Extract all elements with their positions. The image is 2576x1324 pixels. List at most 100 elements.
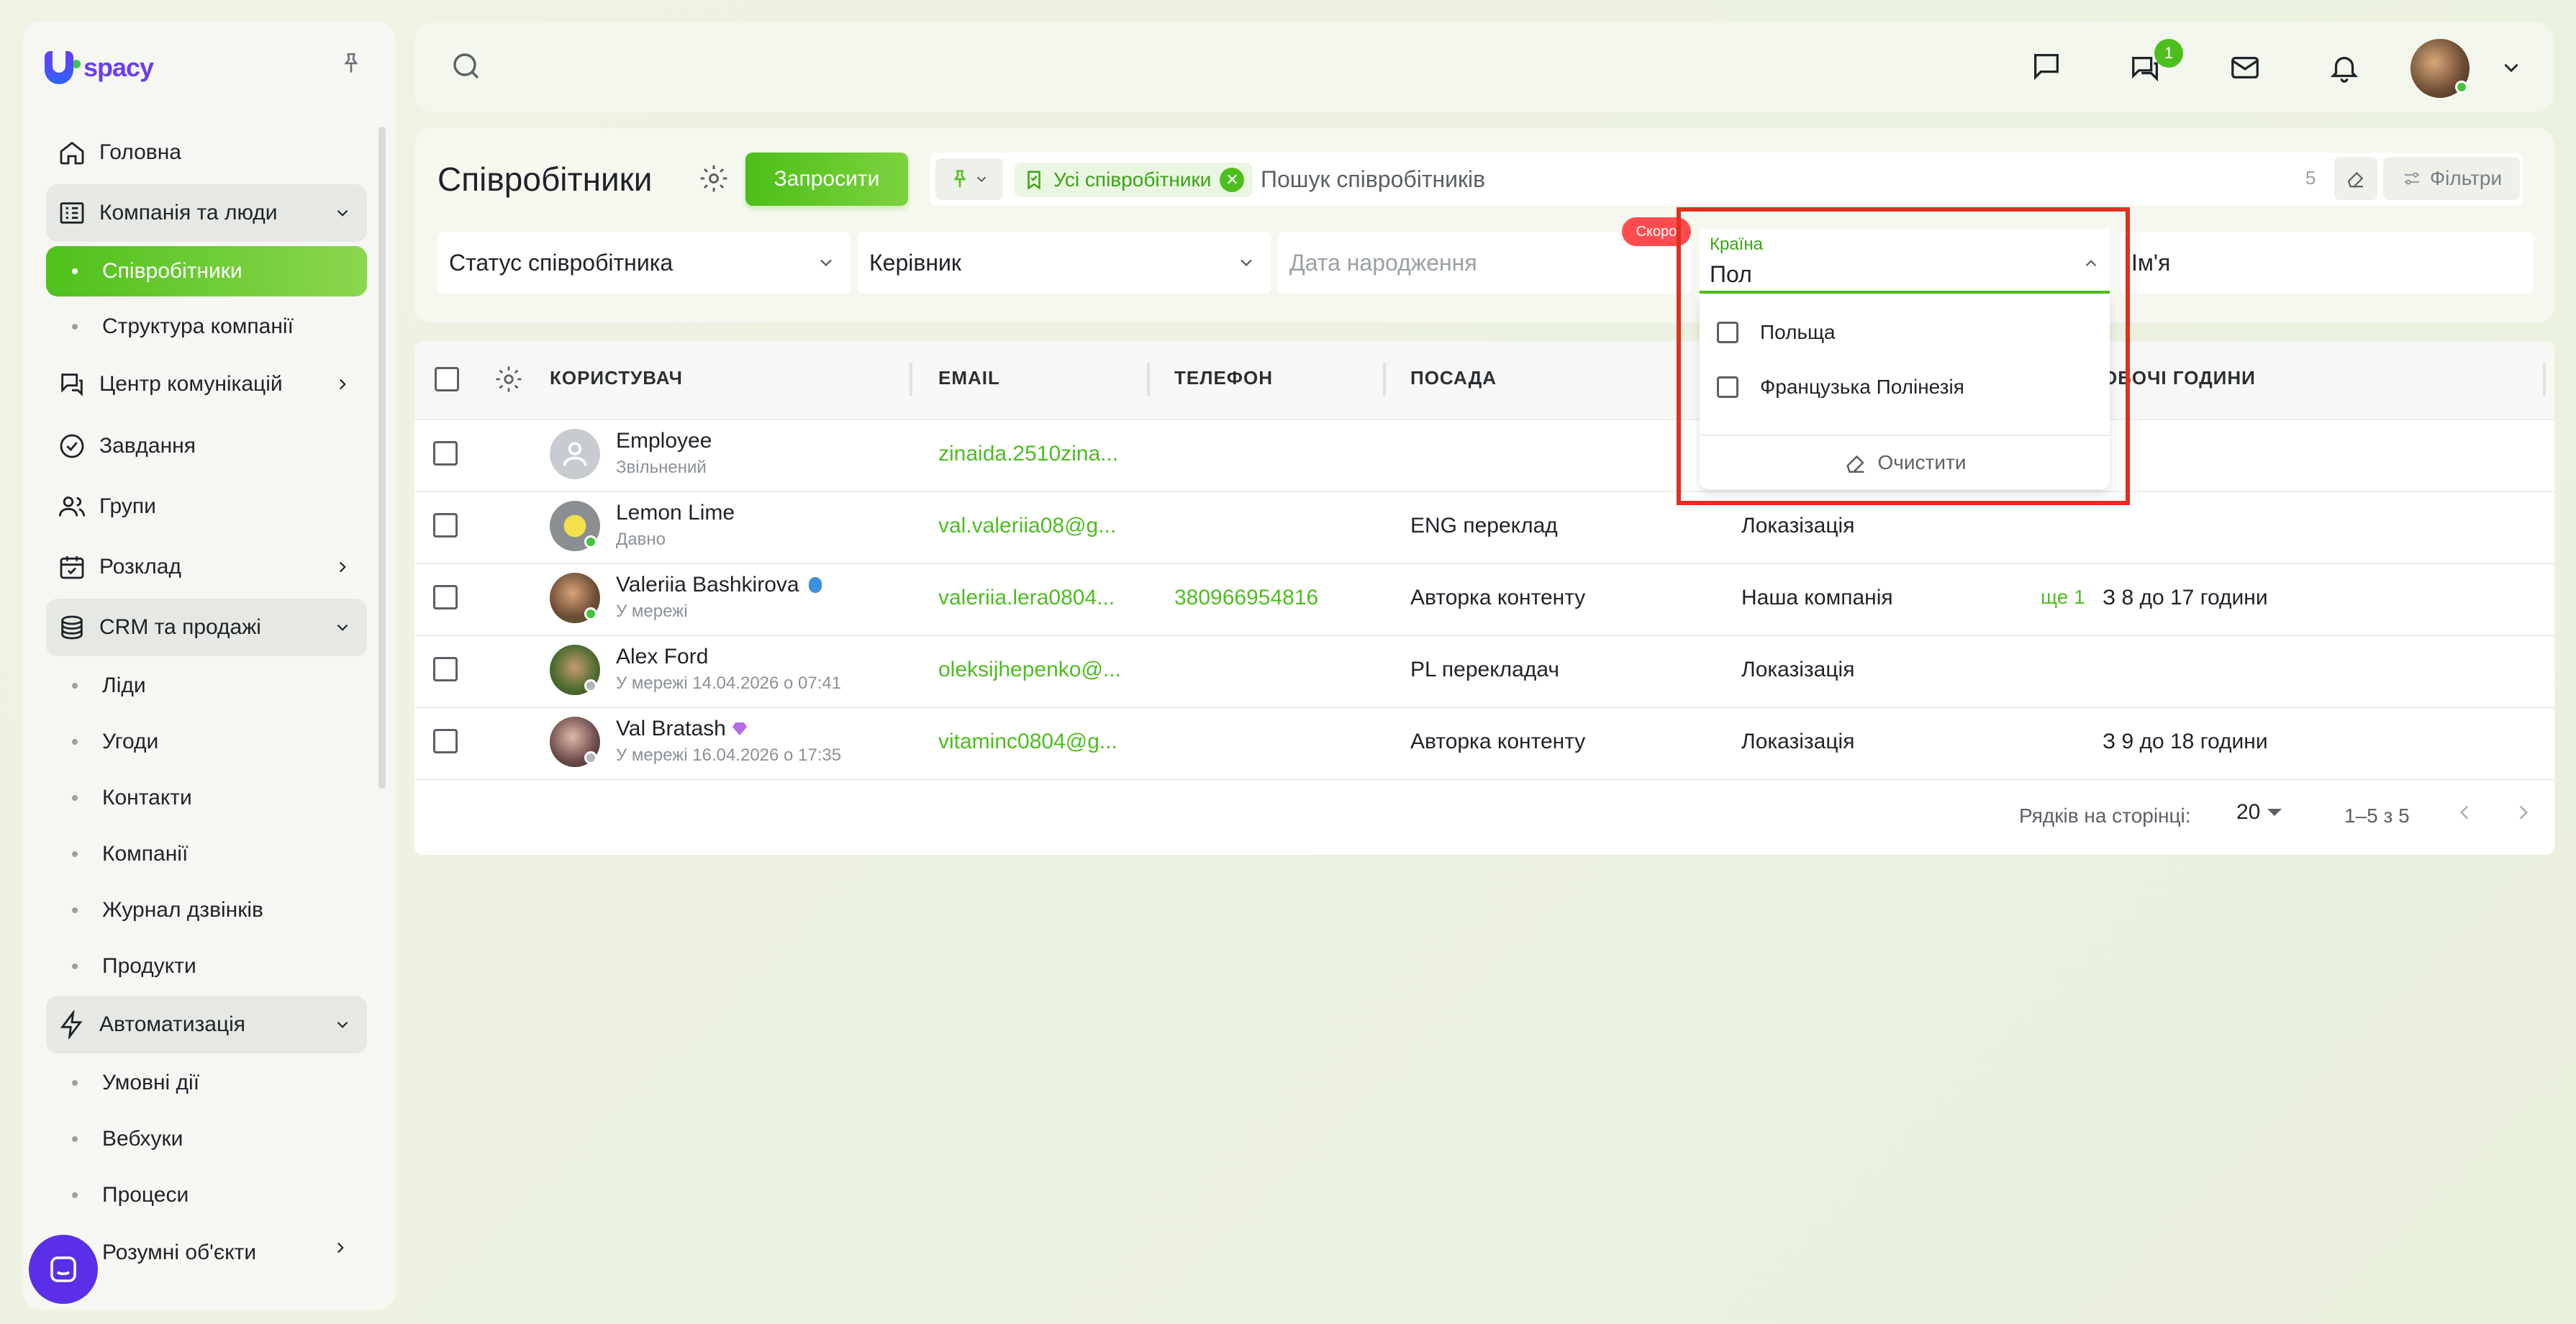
user-status: Звільнений: [616, 458, 707, 477]
user-email[interactable]: zinaida.2510zina...: [938, 442, 1118, 466]
mail-icon[interactable]: [2223, 46, 2267, 89]
column-header-email[interactable]: EMAIL: [938, 367, 1000, 389]
row-checkbox[interactable]: [433, 585, 458, 609]
user-department: Локазізація: [1741, 658, 1855, 681]
column-separator[interactable]: [2543, 363, 2546, 396]
sidebar-item-crm[interactable]: CRM та продажі: [46, 599, 367, 656]
sidebar-item-employees[interactable]: Співробітники: [46, 246, 367, 296]
employee-status-select[interactable]: Статус співробітника: [437, 232, 851, 294]
verified-shield-icon: [809, 577, 822, 593]
sidebar-item-label: Умовні дії: [102, 1071, 200, 1094]
column-header-position[interactable]: ПОСАДА: [1410, 367, 1497, 389]
more-departments-link[interactable]: ще 1: [2041, 586, 2085, 609]
sidebar-item-groups[interactable]: Групи: [46, 478, 367, 535]
invite-button[interactable]: Запросити: [745, 153, 908, 206]
sidebar-item-products[interactable]: Продукти: [46, 941, 367, 992]
clear-filters-button[interactable]: [2334, 157, 2377, 200]
chevron-down-icon: [328, 1010, 357, 1039]
sidebar-item-automation[interactable]: Автоматизація: [46, 996, 367, 1053]
sidebar-item-label: Структура компанії: [102, 314, 294, 338]
pin-sidebar-icon[interactable]: [335, 47, 367, 79]
sidebar-item-deals[interactable]: Угоди: [46, 717, 367, 767]
sidebar-item-company[interactable]: Компанія та люди: [46, 184, 367, 242]
eraser-icon: [2347, 171, 2364, 188]
user-name[interactable]: Valeriia Bashkirova: [616, 573, 799, 597]
sidebar-item-tasks[interactable]: Завдання: [46, 417, 367, 475]
page-title: Співробітники: [437, 160, 653, 198]
bullet: [72, 1080, 78, 1086]
sidebar-item-home[interactable]: Головна: [46, 124, 367, 181]
lightning-icon: [56, 1009, 88, 1040]
column-header-user[interactable]: КОРИСТУВАЧ: [550, 367, 683, 389]
settings-gear-icon[interactable]: [698, 163, 731, 196]
result-count: 5: [2305, 167, 2316, 189]
sidebar-scrollbar[interactable]: [378, 127, 386, 789]
search-input[interactable]: [1259, 161, 2267, 197]
manager-select[interactable]: Керівник: [858, 232, 1271, 294]
row-checkbox[interactable]: [433, 441, 458, 466]
sidebar-item-label: Контакти: [102, 786, 192, 810]
chevron-right-icon: [331, 1238, 350, 1261]
select-all-checkbox[interactable]: [435, 367, 459, 391]
saved-filters-dropdown[interactable]: [935, 158, 1003, 200]
column-settings-gear-icon[interactable]: [494, 364, 524, 398]
column-separator[interactable]: [910, 363, 912, 396]
company-icon: [56, 197, 88, 229]
support-chat-button[interactable]: [29, 1235, 98, 1304]
row-checkbox[interactable]: [433, 729, 458, 753]
user-department: Локазізація: [1741, 514, 1855, 538]
bullet: [72, 1192, 78, 1198]
rows-per-page-label: Рядків на сторінці:: [2019, 804, 2191, 827]
user-status: Давно: [616, 530, 666, 549]
rows-per-page-select[interactable]: 20: [2236, 800, 2282, 825]
chevron-down-icon: [328, 199, 357, 227]
next-page-icon[interactable]: [2511, 800, 2536, 828]
bookmark-check-icon: [1028, 171, 1040, 190]
column-header-phone[interactable]: ТЕЛЕФОН: [1174, 367, 1273, 389]
user-name[interactable]: Val Bratash: [616, 717, 726, 741]
filter-chip-all-employees[interactable]: Усі співробітники ✕: [1015, 163, 1253, 197]
crm-icon: [56, 612, 88, 643]
sidebar-item-company-structure[interactable]: Структура компанії: [46, 301, 367, 352]
sidebar-item-communication[interactable]: Центр комунікацій: [46, 355, 367, 413]
search-icon[interactable]: [445, 45, 488, 88]
previous-page-icon[interactable]: [2452, 800, 2477, 828]
sidebar-item-webhooks[interactable]: Вебхуки: [46, 1114, 367, 1164]
filters-button[interactable]: Фільтри: [2383, 157, 2520, 200]
sidebar-item-conditional-actions[interactable]: Умовні дії: [46, 1058, 367, 1108]
table-row[interactable]: [414, 420, 2554, 492]
chevron-down-icon[interactable]: [2490, 46, 2533, 89]
sidebar-item-leads[interactable]: Ліди: [46, 661, 367, 711]
sidebar-item-contacts[interactable]: Контакти: [46, 773, 367, 823]
bullet: [72, 683, 78, 689]
user-phone[interactable]: 380966954816: [1174, 586, 1318, 610]
bullet: [72, 324, 78, 330]
sidebar-item-call-log[interactable]: Журнал дзвінків: [46, 885, 367, 935]
sidebar-item-schedule[interactable]: Розклад: [46, 538, 367, 596]
bullet: [72, 963, 78, 969]
user-email[interactable]: oleksijhepenko@...: [938, 658, 1121, 682]
sidebar-item-label: Автоматизація: [99, 1012, 246, 1036]
row-checkbox[interactable]: [433, 513, 458, 538]
sidebar-item-label: Головна: [99, 140, 181, 164]
offline-indicator: [584, 679, 597, 692]
user-email[interactable]: val.valeriia08@g...: [938, 514, 1116, 538]
sidebar-item-processes[interactable]: Процеси: [46, 1170, 367, 1220]
app-logo[interactable]: spacy: [45, 49, 154, 86]
column-separator[interactable]: [1383, 363, 1386, 396]
user-name[interactable]: Alex Ford: [616, 645, 708, 669]
remove-chip-icon[interactable]: ✕: [1220, 168, 1245, 192]
user-email[interactable]: vitaminc0804@g...: [938, 730, 1117, 754]
bell-icon[interactable]: [2323, 46, 2366, 89]
sidebar-item-companies[interactable]: Компанії: [46, 829, 367, 879]
messages-icon[interactable]: [2025, 45, 2068, 88]
name-field[interactable]: Ім'я: [2120, 232, 2533, 294]
pin-icon: [953, 170, 966, 188]
sidebar-item-label: Вебхуки: [102, 1127, 183, 1151]
bullet: [72, 851, 78, 857]
user-name[interactable]: Lemon Lime: [616, 501, 735, 525]
user-name[interactable]: Employee: [616, 429, 712, 453]
row-checkbox[interactable]: [433, 657, 458, 681]
user-email[interactable]: valeriia.lera0804...: [938, 586, 1115, 610]
column-separator[interactable]: [1147, 363, 1150, 396]
